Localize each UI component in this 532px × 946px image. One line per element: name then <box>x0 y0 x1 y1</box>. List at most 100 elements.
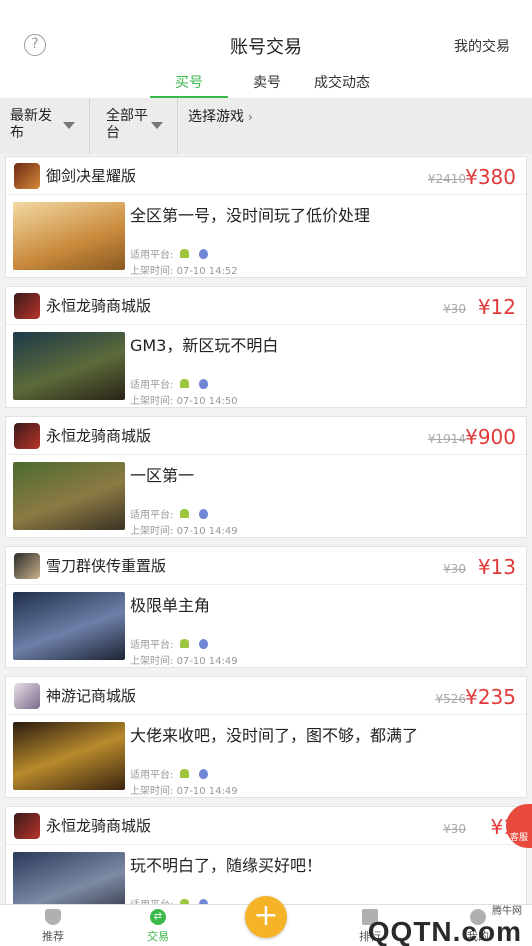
nav-recommend-label: 推荐 <box>42 930 64 943</box>
sale-price: ¥13 <box>477 555 516 579</box>
listing-card[interactable]: 永恒龙骑商城版 ¥30 ¥12 GM3，新区玩不明白 适用平台: 上架时间: 0… <box>5 286 527 408</box>
divider <box>6 324 526 325</box>
listed-time-label: 上架时间: <box>130 656 177 667</box>
listing-description: 一区第一 <box>130 466 195 485</box>
listed-time: 上架时间: 07-10 14:49 <box>130 522 238 537</box>
android-icon <box>180 769 190 778</box>
filter-latest[interactable]: 最新发布 <box>0 98 90 154</box>
apple-icon <box>199 768 209 779</box>
game-name: 神游记商城版 <box>46 687 137 705</box>
game-name: 永恒龙骑商城版 <box>46 817 152 835</box>
caret-down-icon <box>63 122 75 129</box>
apple-icon <box>199 508 209 519</box>
listing-card[interactable]: 御剑决星耀版 ¥2410 ¥380 全区第一号，没时间玩了低价处理 适用平台: … <box>5 156 527 278</box>
platform-row: 适用平台: <box>130 896 209 904</box>
listing-description: 大佬来收吧，没时间了，图不够，都满了 <box>130 726 419 745</box>
top-bar: ? 账号交易 我的交易 买号 卖号 成交动态 <box>0 0 532 98</box>
game-name: 永恒龙骑商城版 <box>46 427 152 445</box>
add-listing-button[interactable]: + <box>245 896 287 938</box>
watermark-logo: QQTN.com <box>367 916 522 946</box>
original-price: ¥30 <box>443 302 466 316</box>
sale-price: ¥380 <box>465 165 516 189</box>
game-name: 永恒龙骑商城版 <box>46 297 152 315</box>
platform-label: 适用平台: <box>130 510 174 521</box>
sale-price: ¥12 <box>477 295 516 319</box>
page-title: 账号交易 <box>230 37 302 58</box>
platform-label: 适用平台: <box>130 250 174 261</box>
divider <box>6 714 526 715</box>
platform-row: 适用平台: <box>130 246 209 261</box>
filter-platform-label: 全部平台 <box>106 108 148 141</box>
listed-time-value: 07-10 14:49 <box>176 526 238 537</box>
listed-time-value: 07-10 14:50 <box>176 396 238 407</box>
platform-label: 适用平台: <box>130 380 174 391</box>
listed-time-label: 上架时间: <box>130 786 177 797</box>
android-icon <box>180 639 190 648</box>
game-icon <box>14 553 40 579</box>
platform-row: 适用平台: <box>130 636 209 651</box>
my-trades-link[interactable]: 我的交易 <box>454 36 510 56</box>
nav-trade[interactable]: ⇄ 交易 <box>128 909 188 944</box>
caret-down-icon <box>151 122 163 129</box>
platform-label: 适用平台: <box>130 640 174 651</box>
game-icon <box>14 423 40 449</box>
original-price: ¥30 <box>443 822 466 836</box>
listed-time: 上架时间: 07-10 14:52 <box>130 262 238 277</box>
apple-icon <box>199 378 209 389</box>
listed-time-value: 07-10 14:49 <box>176 786 238 797</box>
divider <box>6 844 526 845</box>
original-price: ¥526 <box>435 692 466 706</box>
android-icon <box>180 379 190 388</box>
game-icon <box>14 163 40 189</box>
filter-latest-label: 最新发布 <box>10 108 52 141</box>
platform-row: 适用平台: <box>130 506 209 521</box>
listing-description: 玩不明白了，随缘买好吧！ <box>130 856 323 875</box>
game-name: 雪刀群侠传重置版 <box>46 557 167 575</box>
platform-label: 适用平台: <box>130 896 173 904</box>
game-icon <box>14 293 40 319</box>
nav-trade-label: 交易 <box>147 930 169 943</box>
platform-label: 适用平台: <box>130 770 174 781</box>
trade-tabs: 买号 卖号 成交动态 <box>150 72 378 98</box>
listing-screenshot <box>13 202 125 270</box>
listing-card[interactable]: 神游记商城版 ¥526 ¥235 大佬来收吧，没时间了，图不够，都满了 适用平台… <box>5 676 527 798</box>
listed-time-label: 上架时间: <box>130 266 177 277</box>
divider <box>6 454 526 455</box>
game-name: 御剑决星耀版 <box>46 167 137 185</box>
listing-card[interactable]: 永恒龙骑商城版 ¥1914 ¥900 一区第一 适用平台: 上架时间: 07-1… <box>5 416 527 538</box>
original-price: ¥1914 <box>427 432 466 446</box>
listing-card[interactable]: 雪刀群侠传重置版 ¥30 ¥13 极限单主角 适用平台: 上架时间: 07-10… <box>5 546 527 668</box>
exchange-icon: ⇄ <box>150 909 166 925</box>
watermark-top: 腾牛网 <box>492 906 522 917</box>
nav-recommend[interactable]: 推荐 <box>23 909 83 944</box>
android-icon <box>180 509 190 518</box>
listing-screenshot <box>13 722 125 790</box>
filter-platform[interactable]: 全部平台 <box>90 98 178 154</box>
game-icon <box>14 683 40 709</box>
listed-time: 上架时间: 07-10 14:49 <box>130 652 238 667</box>
listing-screenshot <box>13 592 125 660</box>
listing-screenshot <box>13 462 125 530</box>
listed-time-label: 上架时间: <box>130 396 177 407</box>
tab-sell[interactable]: 卖号 <box>228 72 306 98</box>
listed-time-label: 上架时间: <box>130 526 177 537</box>
listed-time: 上架时间: 07-10 14:50 <box>130 392 238 407</box>
listed-time: 上架时间: 07-10 14:49 <box>130 782 238 797</box>
listing-card[interactable]: 永恒龙骑商城版 ¥30 ¥1 玩不明白了，随缘买好吧！ 适用平台: <box>5 806 527 904</box>
listing-list: 御剑决星耀版 ¥2410 ¥380 全区第一号，没时间玩了低价处理 适用平台: … <box>0 156 532 904</box>
filter-choose-game[interactable]: 选择游戏 › <box>178 98 532 154</box>
platform-row: 适用平台: <box>130 376 209 391</box>
tab-deals[interactable]: 成交动态 <box>306 72 378 98</box>
filter-choose-game-label: 选择游戏 <box>188 109 244 125</box>
original-price: ¥2410 <box>427 172 466 186</box>
watermark: 腾牛网 QQTN.com <box>368 902 522 946</box>
android-icon <box>180 249 190 258</box>
tab-buy[interactable]: 买号 <box>150 72 228 98</box>
divider <box>6 194 526 195</box>
listing-screenshot <box>13 852 125 904</box>
sale-price: ¥235 <box>465 685 516 709</box>
game-icon <box>14 813 40 839</box>
platform-row: 适用平台: <box>130 766 209 781</box>
listing-description: GM3，新区玩不明白 <box>130 336 279 355</box>
chevron-right-icon: › <box>248 110 253 124</box>
